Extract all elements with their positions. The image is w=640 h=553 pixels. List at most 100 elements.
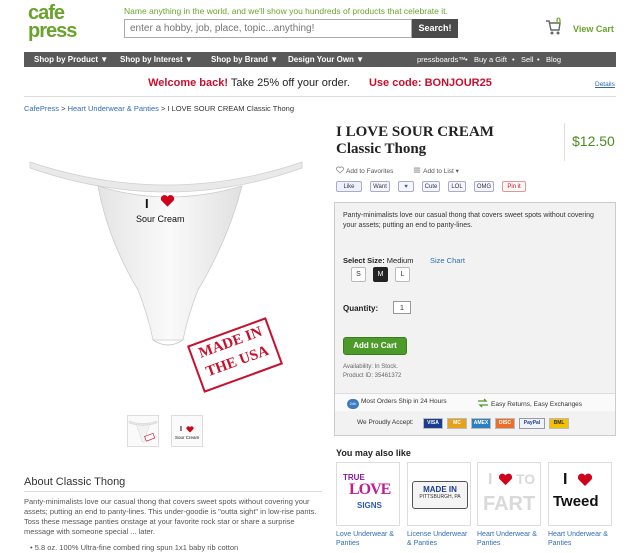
easy-returns: Easy Returns, Easy Exchanges [477,398,582,408]
thumbnail-design[interactable]: I Sour Cream [171,415,203,447]
size-s-button[interactable]: S [351,267,366,282]
divider [24,96,616,97]
like-label: Like [343,184,355,190]
omg-button[interactable]: OMG [474,181,494,192]
facebook-like-button[interactable]: Like [336,181,362,192]
also-like-label[interactable]: Love Underwear & Panties [336,530,402,548]
tweed-art-word: Tweed [553,493,599,510]
availability-text: Availability: In Stock. [343,364,398,370]
also-like-item[interactable]: MADE IN PITTSBURGH, PA License Underwear… [407,462,473,548]
product-id-text: Product ID: 35461372 [343,373,402,379]
heart-icon: ♥ [404,184,408,190]
heart-icon [160,195,175,207]
nav-pressboards[interactable]: pressboards™ [417,52,466,67]
ship-24h: 24h Most Orders Ship in 24 Hours [347,398,447,409]
omg-label: OMG [476,184,492,190]
breadcrumb: CafePress > Heart Underwear & Panties > … [24,104,294,113]
also-like-label[interactable]: License Underwear & Panties [407,530,473,548]
thumb-heart-icon [186,426,194,433]
add-to-favorites-label: Add to Favorites [346,168,394,175]
select-size-label: Select Size: [343,256,385,265]
also-like-item[interactable]: TRUE LOVE SIGNS Love Underwear & Panties [336,462,402,548]
breadcrumb-cafepress[interactable]: CafePress [24,104,59,113]
view-cart-link[interactable]: 0 View Cart [545,16,635,42]
also-like-image: I Tweed [548,462,612,526]
add-to-list-label: Add to List ▾ [423,168,459,175]
promo-details-link[interactable]: Details [595,81,615,88]
amex-card-icon: AMEX [471,418,491,429]
add-to-favorites-link[interactable]: Add to Favorites [336,166,395,175]
short-description: Panty-minimalists love our casual thong … [343,212,594,229]
thumb-design-i: I [180,426,182,433]
thumb-design-caption: Sour Cream [175,435,200,440]
size-l-button[interactable]: L [395,267,410,282]
lol-label: LOL [451,184,463,190]
want-label: Want [373,184,387,190]
lol-button[interactable]: LOL [448,181,466,192]
cute-label: Cute [424,184,438,190]
product-title-line1: I LOVE SOUR CREAM [336,124,494,140]
heart-button[interactable]: ♥ [398,181,414,192]
also-like-label[interactable]: Heart Underwear & Panties [477,530,543,548]
add-to-cart-button[interactable]: Add to Cart [343,337,407,355]
design-text-i: I [145,196,149,211]
true-love-art-3: SIGNS [357,501,382,510]
nav-shop-by-brand[interactable]: Shop by Brand ▼ [211,52,278,67]
nav-shop-by-interest[interactable]: Shop by Interest ▼ [120,52,193,67]
nav-shop-by-product[interactable]: Shop by Product ▼ [34,52,108,67]
pin-it-label: Pin it [507,184,521,190]
license-plate-line2: PITTSBURGH, PA [419,494,461,500]
favorites-row: Add to Favorites Add to List ▾ [336,166,459,175]
promo-offer: Take 25% off your order. [230,77,350,89]
thumbnail-front[interactable] [127,415,159,447]
select-size: Select Size: Medium [343,256,413,265]
product-title: I LOVE SOUR CREAM Classic Thong [336,124,556,158]
mastercard-icon: MC [447,418,467,429]
nav-separator: • [537,55,540,64]
design-text-sour-cream: Sour Cream [136,214,185,224]
we-accept-label: We Proudly Accept: [357,419,414,426]
quantity-input[interactable]: 1 [393,301,411,314]
search-input[interactable] [124,19,412,38]
add-to-list-link[interactable]: Add to List ▾ [413,167,459,175]
license-plate-line1: MADE IN [423,485,457,494]
nav-sell[interactable]: Sell [521,52,534,67]
nav-blog[interactable]: Blog [546,52,561,67]
size-chart-link[interactable]: Size Chart [430,256,465,265]
nav-buy-a-gift[interactable]: Buy a Gift [474,52,507,67]
quantity-label: Quantity: [343,304,379,313]
size-m-button[interactable]: M [373,267,388,282]
main-nav: Shop by Product ▼ Shop by Interest ▼ Sho… [24,52,616,67]
about-bullet: • 5.8 oz. 100% Ultra-fine combed ring sp… [30,543,239,552]
true-love-art-2: LOVE [349,481,391,498]
also-like-image: MADE IN PITTSBURGH, PA [407,462,471,526]
breadcrumb-category[interactable]: Heart Underwear & Panties [68,104,159,113]
also-like-label[interactable]: Heart Underwear & Panties [548,530,614,548]
about-section: About Classic Thong Panty-minimalists lo… [24,476,322,552]
bill-me-later-icon: BML [549,418,569,429]
about-description: Panty-minimalists love our casual thong … [24,497,317,536]
also-like-item[interactable]: I TO FART Heart Underwear & Panties [477,462,543,548]
license-plate-art: MADE IN PITTSBURGH, PA [412,481,468,509]
discover-card-icon: DISC [495,418,515,429]
easy-returns-text: Easy Returns, Easy Exchanges [491,401,583,408]
want-button[interactable]: Want [370,181,390,192]
cart-count: 0 [556,16,562,26]
pinterest-button[interactable]: Pin it [502,181,526,192]
logo-line-press: press [28,20,77,42]
price-separator [564,123,565,161]
also-like-item[interactable]: I Tweed Heart Underwear & Panties [548,462,614,548]
ship-24h-icon: 24h [347,399,359,409]
breadcrumb-separator: > [59,104,68,113]
product-image[interactable]: I Sour Cream MADE IN THE USA [28,150,318,393]
nav-design-your-own[interactable]: Design Your Own ▼ [288,52,364,67]
header: cafe press Name anything in the world, a… [0,0,640,52]
fart-art-to: TO [516,471,536,487]
cafepress-logo[interactable]: cafe press [28,3,88,46]
cute-button[interactable]: Cute [422,181,440,192]
visa-card-icon: VISA [423,418,443,429]
heart-icon [498,473,513,486]
heart-icon [577,473,593,486]
product-price: $12.50 [572,133,615,149]
search-button[interactable]: Search! [412,19,458,38]
